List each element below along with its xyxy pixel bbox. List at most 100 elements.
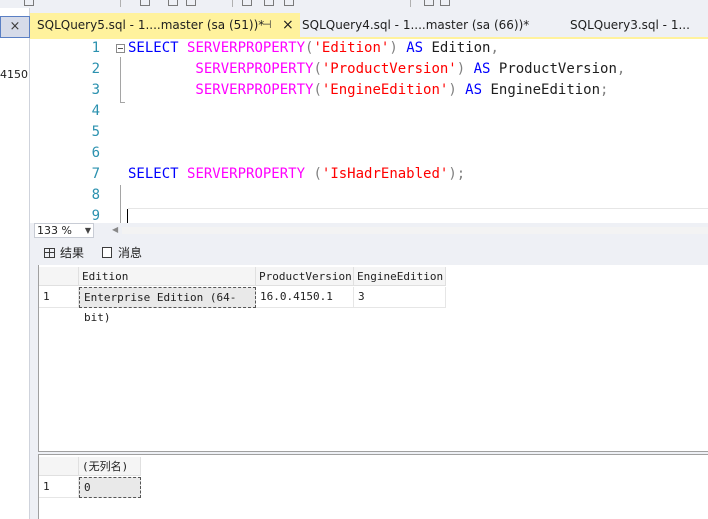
code-token: ; — [600, 82, 609, 98]
editor-status-strip: 133 % ▼ ◀ — [30, 223, 708, 238]
zoom-value: 133 % — [37, 224, 72, 237]
row-header-corner[interactable] — [39, 267, 79, 286]
panel-close-button[interactable]: × — [0, 16, 30, 38]
text-caret — [127, 209, 128, 223]
close-icon[interactable]: × — [282, 13, 294, 37]
column-header-no-name[interactable]: (无列名) — [79, 457, 141, 476]
tab-messages[interactable]: 消息 — [102, 244, 142, 262]
code-token: 'EngineEdition' — [321, 82, 449, 98]
results-pane-splitter[interactable] — [38, 451, 708, 455]
line-number: 5 — [91, 124, 100, 140]
panel-text: 4150 — [0, 68, 28, 81]
tab-label: SQLQuery5.sql - 1....master (sa (51))* — [37, 18, 265, 32]
code-token: SELECT — [128, 166, 188, 182]
code-token: ( — [313, 61, 322, 77]
chevron-down-icon: ▼ — [84, 226, 91, 235]
code-line[interactable]: SERVERPROPERTY('ProductVersion') AS Prod… — [128, 59, 625, 80]
collapse-toggle-icon[interactable] — [116, 44, 125, 53]
code-token: EngineEdition — [490, 82, 601, 98]
pin-icon[interactable]: ⊣ — [262, 13, 272, 37]
code-token: AS — [456, 82, 491, 98]
code-line[interactable]: SELECT SERVERPROPERTY('Edition') AS Edit… — [128, 39, 499, 59]
code-token: ) — [389, 40, 398, 56]
column-header-productversion[interactable]: ProductVersion — [256, 267, 354, 286]
code-token: SERVERPROPERTY — [128, 61, 314, 77]
line-number: 2 — [91, 61, 100, 77]
code-token: ) — [448, 82, 457, 98]
line-number: 3 — [91, 82, 100, 98]
table-cell[interactable]: 16.0.4150.1 — [256, 287, 354, 308]
tab-label: SQLQuery3.sql - 1... — [570, 18, 690, 32]
toolbar-icon[interactable] — [424, 0, 434, 6]
code-line[interactable]: SELECT SERVERPROPERTY ('IsHadrEnabled'); — [128, 164, 465, 185]
tab-sqlquery5[interactable]: SQLQuery5.sql - 1....master (sa (51))* ⊣… — [30, 13, 300, 37]
result-grid-1: Edition ProductVersion EngineEdition 1 E… — [39, 267, 449, 324]
row-number[interactable]: 1 — [39, 287, 79, 308]
results-tab-bar: 结果 消息 — [30, 240, 708, 264]
code-token: , — [616, 61, 626, 77]
toolbar-icon[interactable] — [24, 0, 34, 6]
grid-icon — [44, 248, 55, 258]
toolbar-separator — [120, 0, 121, 7]
code-token: ( — [313, 82, 322, 98]
tab-sqlquery3[interactable]: SQLQuery3.sql - 1... — [570, 13, 708, 37]
row-number[interactable]: 1 — [39, 477, 79, 498]
code-token: ) — [456, 61, 466, 77]
line-number: 8 — [91, 187, 100, 203]
toolbar-icon[interactable] — [242, 0, 252, 6]
tab-sqlquery4[interactable]: SQLQuery4.sql - 1....master (sa (66))* — [302, 13, 542, 37]
code-token: SELECT — [128, 40, 188, 56]
tab-messages-label: 消息 — [118, 246, 143, 260]
code-token: ProductVersion — [498, 61, 617, 77]
tab-label: SQLQuery4.sql - 1....master (sa (66))* — [302, 18, 530, 32]
code-token: AS — [397, 40, 432, 56]
code-token: 'IsHadrEnabled' — [321, 166, 449, 182]
outline-line — [120, 57, 121, 103]
table-cell[interactable]: 0 — [79, 477, 141, 498]
zoom-select[interactable]: 133 % ▼ — [34, 223, 94, 238]
column-header-edition[interactable]: Edition — [79, 267, 256, 286]
table-cell[interactable]: Enterprise Edition (64-bit) — [79, 287, 256, 324]
toolbar-strip — [0, 0, 708, 8]
query-editor[interactable]: 1 2 3 4 5 6 7 8 9 SELECT SERVERPROPERTY('Edition'… — [30, 39, 708, 223]
tab-results-label: 结果 — [60, 246, 85, 260]
table-cell[interactable]: 3 — [354, 287, 446, 308]
horizontal-scrollbar[interactable] — [122, 227, 708, 234]
toolbar-icon[interactable] — [264, 0, 274, 6]
outline-line — [120, 185, 121, 223]
code-token: SERVERPROPERTY — [128, 82, 314, 98]
toolbar-icon[interactable] — [284, 0, 294, 6]
toolbar-separator — [232, 0, 233, 7]
toolbar-icon[interactable] — [186, 0, 196, 6]
outline-end — [120, 102, 125, 103]
scroll-left-icon[interactable]: ◀ — [112, 225, 118, 234]
result-grid-2: (无列名) 1 0 — [39, 457, 179, 501]
line-number: 9 — [91, 208, 100, 223]
line-number: 7 — [91, 166, 100, 182]
object-explorer-panel — [0, 8, 30, 519]
code-token: Edition — [431, 40, 491, 56]
code-line[interactable]: SERVERPROPERTY('EngineEdition') AS Engin… — [128, 80, 608, 101]
tab-results[interactable]: 结果 — [44, 244, 84, 262]
toolbar-icon[interactable] — [440, 0, 450, 6]
code-token: AS — [465, 61, 499, 77]
results-panel: Edition ProductVersion EngineEdition 1 E… — [38, 265, 708, 519]
code-token: , — [490, 40, 499, 56]
code-token: 'Edition' — [313, 40, 390, 56]
code-token: SERVERPROPERTY — [187, 40, 306, 56]
code-token: SERVERPROPERTY — [187, 166, 314, 182]
toolbar-separator — [410, 0, 411, 7]
row-header-corner[interactable] — [39, 457, 79, 476]
message-icon — [102, 247, 112, 258]
line-number: 6 — [91, 145, 100, 161]
document-tab-bar: SQLQuery5.sql - 1....master (sa (51))* ⊣… — [30, 13, 708, 37]
toolbar-icon[interactable] — [140, 0, 150, 6]
current-line-highlight — [128, 208, 708, 209]
toolbar-icon[interactable] — [168, 0, 178, 6]
column-header-engineedition[interactable]: EngineEdition — [354, 267, 446, 286]
code-token: ( — [313, 166, 322, 182]
code-token: 'ProductVersion' — [321, 61, 457, 77]
line-number: 1 — [91, 40, 100, 56]
code-token: ); — [448, 166, 466, 182]
line-number: 4 — [91, 103, 100, 119]
